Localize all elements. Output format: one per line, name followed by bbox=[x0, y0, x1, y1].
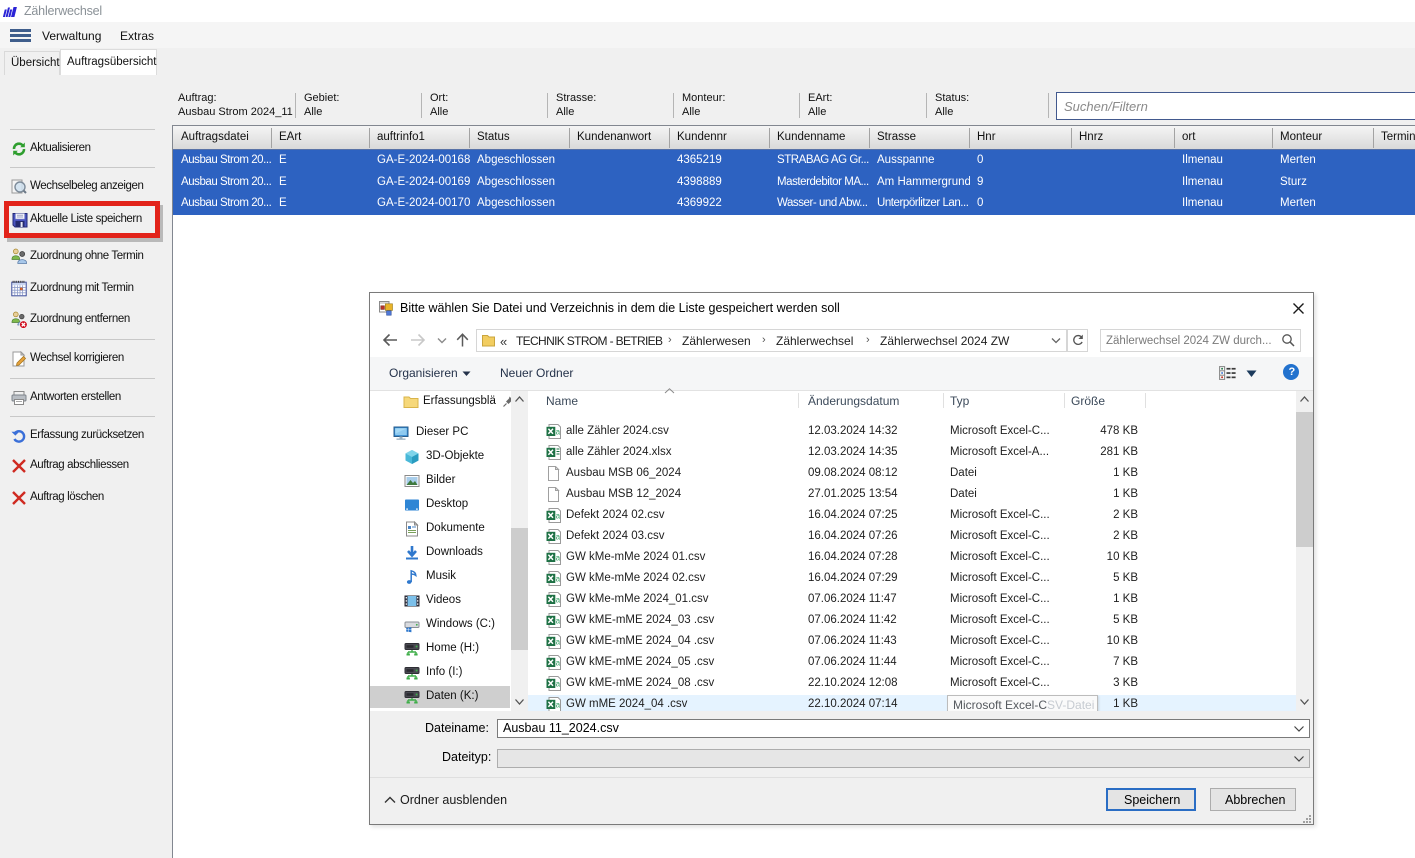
svg-text:a: a bbox=[556, 511, 561, 520]
svg-text:a: a bbox=[556, 679, 561, 688]
svg-text:a: a bbox=[556, 637, 561, 646]
svg-text:a: a bbox=[556, 658, 561, 667]
svg-text:a: a bbox=[556, 616, 561, 625]
svg-text:a: a bbox=[556, 595, 561, 604]
svg-text:a: a bbox=[556, 553, 561, 562]
svg-text:a: a bbox=[556, 532, 561, 541]
svg-text:a: a bbox=[556, 700, 561, 709]
svg-text:a: a bbox=[556, 427, 561, 436]
svg-text:a: a bbox=[556, 574, 561, 583]
